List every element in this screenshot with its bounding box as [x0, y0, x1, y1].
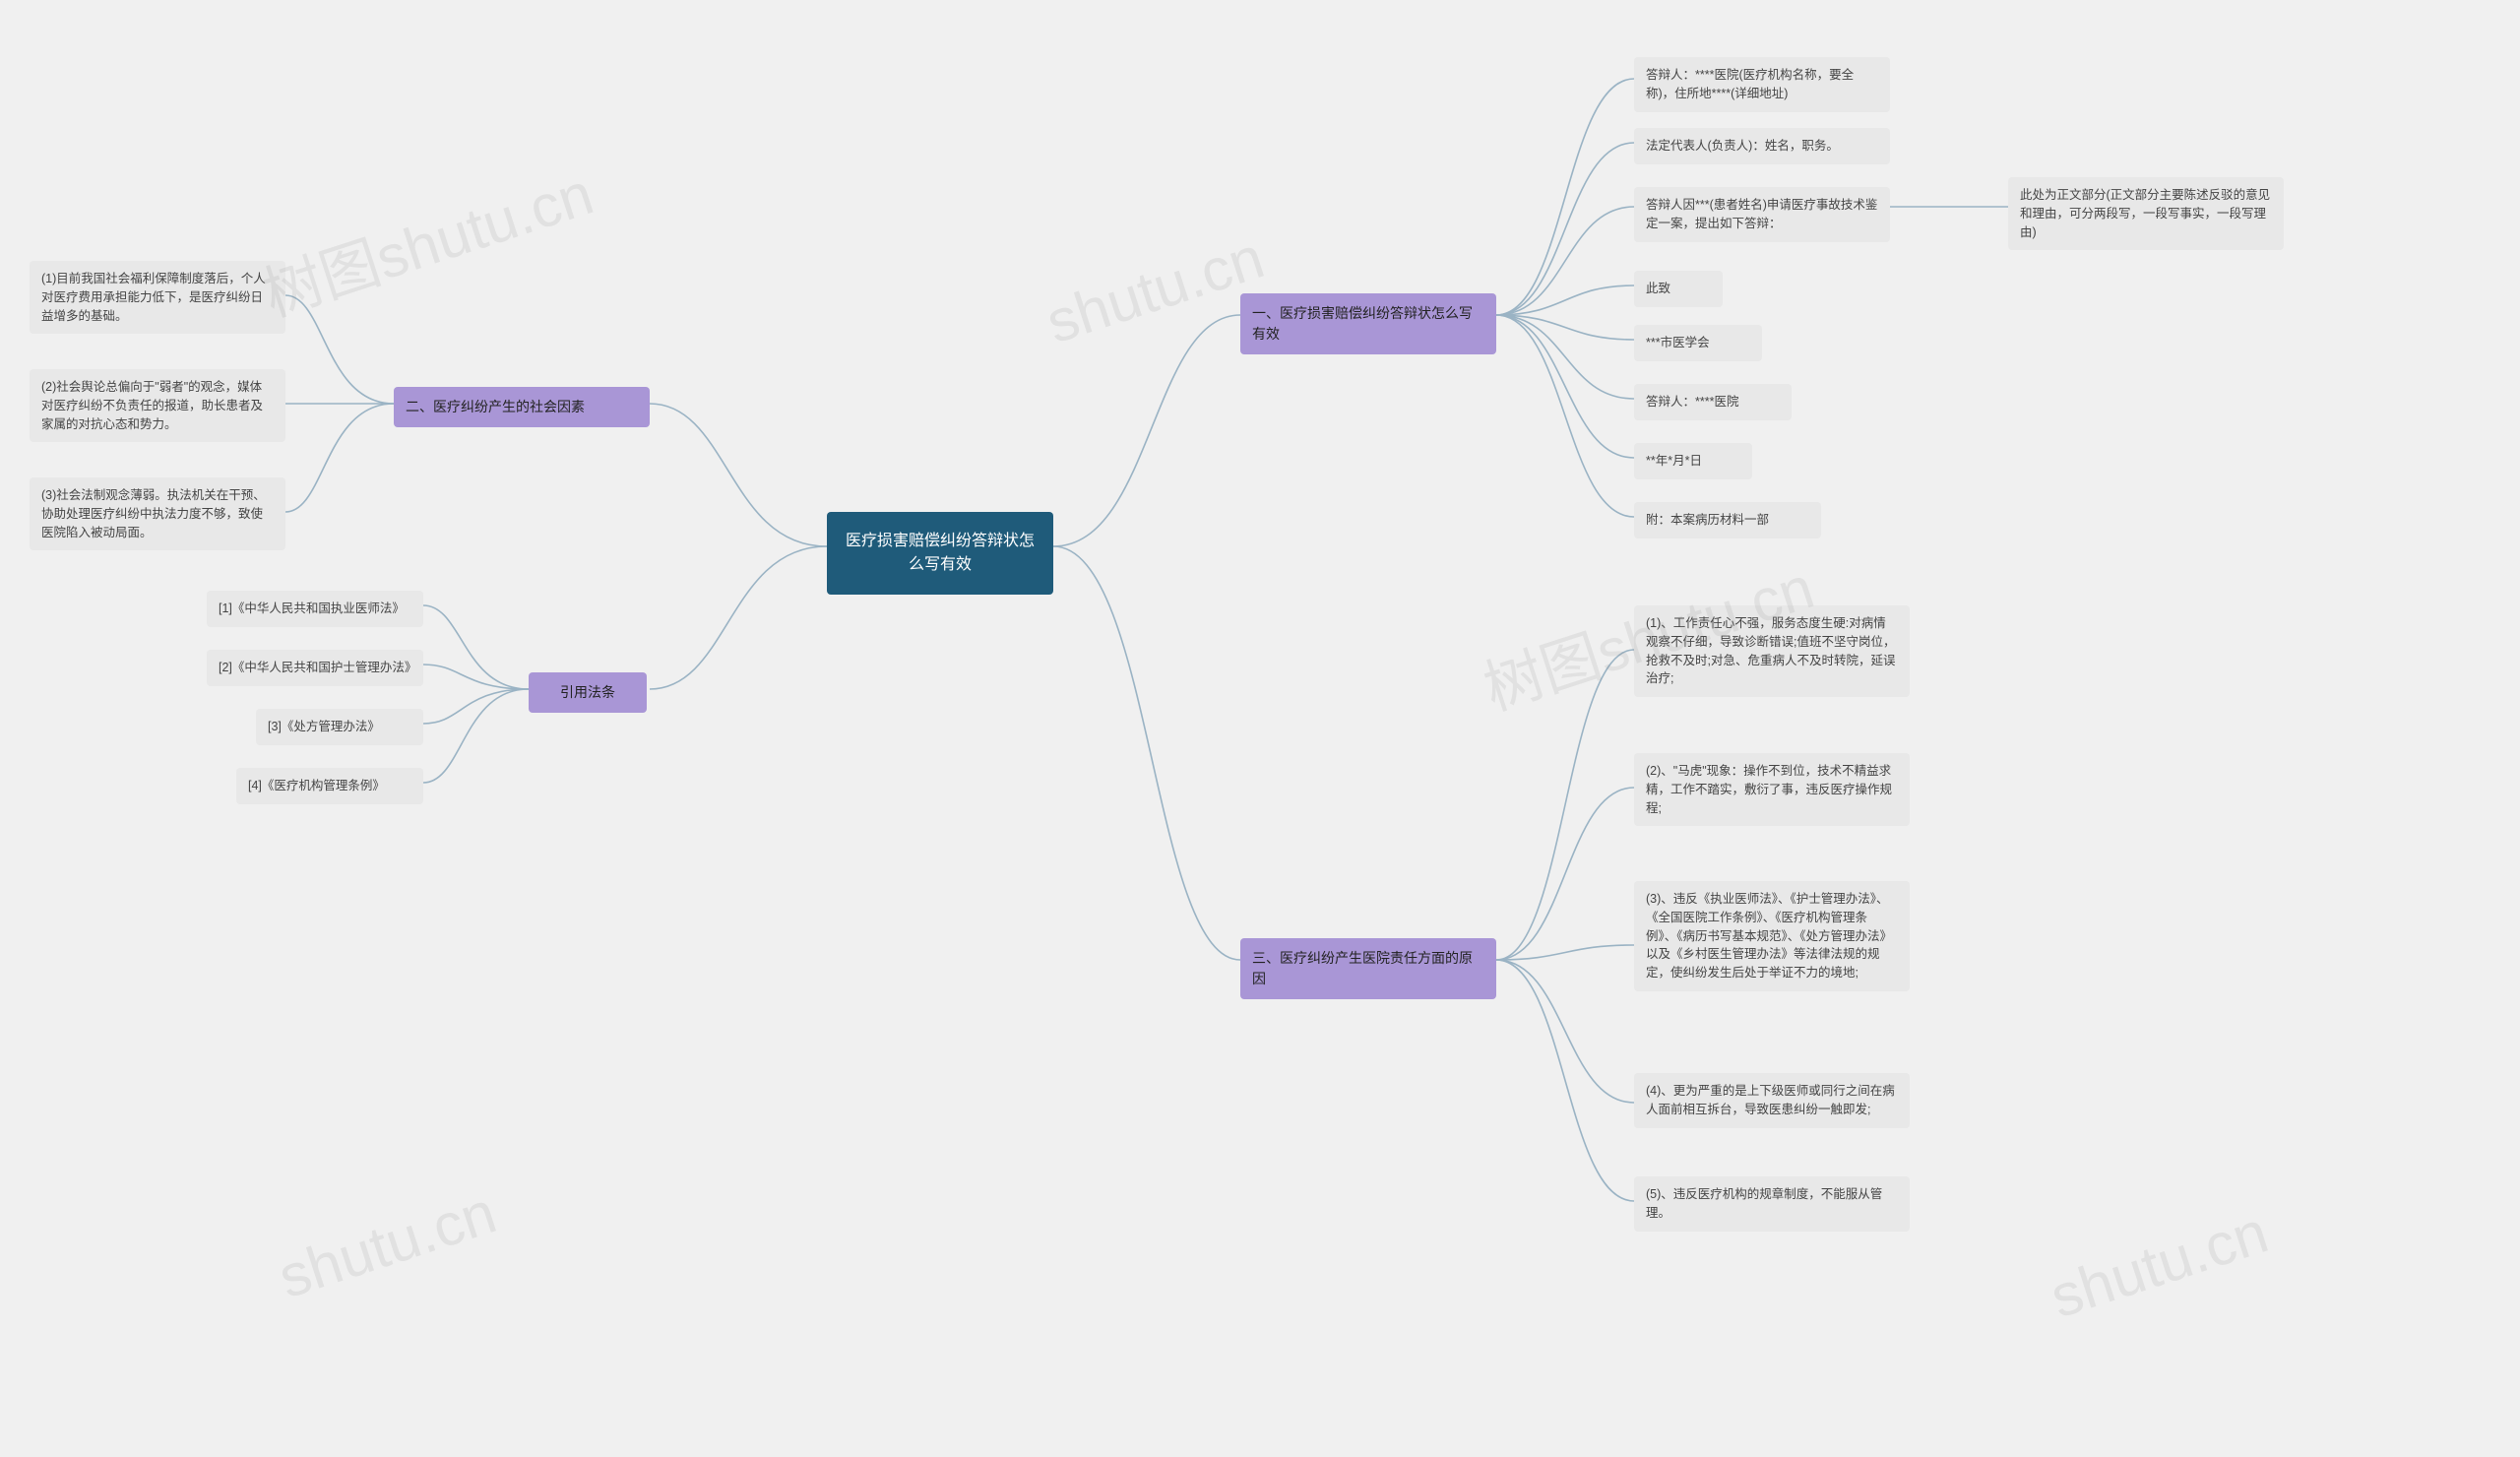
branch-section-2[interactable]: 二、医疗纠纷产生的社会因素 — [394, 387, 650, 427]
leaf-b3-1: (1)、工作责任心不强，服务态度生硬:对病情观察不仔细，导致诊断错误;值班不坚守… — [1634, 605, 1910, 697]
root-node[interactable]: 医疗损害赔偿纠纷答辩状怎么写有效 — [827, 512, 1053, 595]
watermark: 树图shutu.cn — [251, 147, 602, 334]
mindmap-canvas: 医疗损害赔偿纠纷答辩状怎么写有效 一、医疗损害赔偿纠纷答辩状怎么写有效 答辩人：… — [0, 0, 2520, 1457]
leaf-b1-cizhi: 此致 — [1634, 271, 1723, 307]
watermark: shutu.cn — [1039, 223, 1272, 357]
leaf-b2-1: (1)目前我国社会福利保障制度落后，个人对医疗费用承担能力低下，是医疗纠纷日益增… — [30, 261, 285, 334]
branch-section-1[interactable]: 一、医疗损害赔偿纠纷答辩状怎么写有效 — [1240, 293, 1496, 354]
leaf-law-1: [1]《中华人民共和国执业医师法》 — [207, 591, 423, 627]
leaf-b1-cause: 答辩人因***(患者姓名)申请医疗事故技术鉴定一案，提出如下答辩： — [1634, 187, 1890, 242]
leaf-b1-respondent: 答辩人：****医院(医疗机构名称，要全称)，住所地****(详细地址) — [1634, 57, 1890, 112]
watermark: shutu.cn — [2043, 1198, 2276, 1332]
branch-section-3[interactable]: 三、医疗纠纷产生医院责任方面的原因 — [1240, 938, 1496, 999]
watermark: shutu.cn — [271, 1178, 504, 1312]
leaf-law-2: [2]《中华人民共和国护士管理办法》 — [207, 650, 423, 686]
leaf-b3-4: (4)、更为严重的是上下级医师或同行之间在病人面前相互拆台，导致医患纠纷一触即发… — [1634, 1073, 1910, 1128]
leaf-b1-date: **年*月*日 — [1634, 443, 1752, 479]
leaf-b3-2: (2)、"马虎"现象：操作不到位，技术不精益求精，工作不踏实，敷衍了事，违反医疗… — [1634, 753, 1910, 826]
leaf-b1-legal-rep: 法定代表人(负责人)：姓名，职务。 — [1634, 128, 1890, 164]
leaf-b3-5: (5)、违反医疗机构的规章制度，不能服从管理。 — [1634, 1176, 1910, 1232]
leaf-b1-cause-note: 此处为正文部分(正文部分主要陈述反驳的意见和理由，可分两段写，一段写事实，一段写… — [2008, 177, 2284, 250]
leaf-law-4: [4]《医疗机构管理条例》 — [236, 768, 423, 804]
leaf-b3-3: (3)、违反《执业医师法》、《护士管理办法》、《全国医院工作条例》、《医疗机构管… — [1634, 881, 1910, 991]
leaf-b1-medsoc: ***市医学会 — [1634, 325, 1762, 361]
leaf-b1-attachment: 附：本案病历材料一部 — [1634, 502, 1821, 538]
leaf-b1-respondent2: 答辩人：****医院 — [1634, 384, 1792, 420]
leaf-b2-2: (2)社会舆论总偏向于"弱者"的观念，媒体对医疗纠纷不负责任的报道，助长患者及家… — [30, 369, 285, 442]
leaf-law-3: [3]《处方管理办法》 — [256, 709, 423, 745]
branch-citations[interactable]: 引用法条 — [529, 672, 647, 713]
leaf-b2-3: (3)社会法制观念薄弱。执法机关在干预、协助处理医疗纠纷中执法力度不够，致使医院… — [30, 477, 285, 550]
